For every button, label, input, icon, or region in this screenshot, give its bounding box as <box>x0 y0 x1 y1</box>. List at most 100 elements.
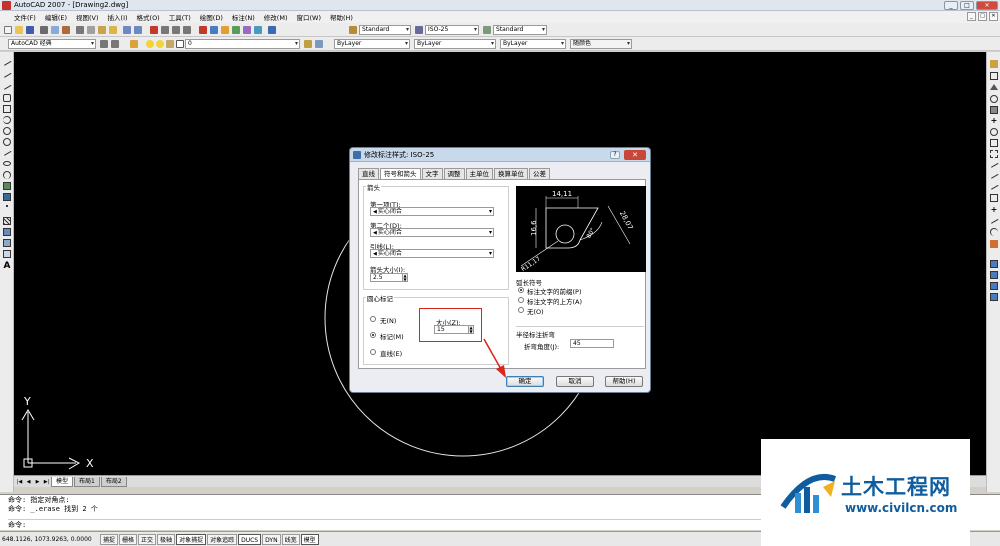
new-file-icon[interactable] <box>4 26 12 34</box>
menu-tools[interactable]: 工具(T) <box>169 12 191 22</box>
undo-icon[interactable] <box>123 26 131 34</box>
lineweight-control-select[interactable]: ByLayer <box>500 39 566 49</box>
workspace-save-icon[interactable] <box>111 40 119 48</box>
doc-close-button[interactable]: ✕ <box>989 12 998 21</box>
design-center-icon[interactable] <box>210 26 218 34</box>
arc-above-label[interactable]: 标注文字的上方(A) <box>527 296 582 306</box>
make-block-icon[interactable] <box>3 193 11 201</box>
rotate-icon[interactable] <box>990 128 998 136</box>
make-current-layer-icon[interactable] <box>304 40 312 48</box>
center-mark-line-label[interactable]: 直线(E) <box>380 348 402 358</box>
leader-arrow-select[interactable]: ◀实心闭合 <box>370 249 494 258</box>
array-icon[interactable] <box>990 106 998 114</box>
ok-button[interactable]: 确定 <box>506 376 544 387</box>
osnap-toggle[interactable]: 对象捕捉 <box>176 533 207 545</box>
tab-primary-units[interactable]: 主单位 <box>465 168 493 179</box>
minimize-button[interactable]: _ <box>944 1 958 10</box>
spline-icon[interactable] <box>2 148 12 156</box>
linetype-control-select[interactable]: ByLayer <box>414 39 496 49</box>
layer-select[interactable]: 0 <box>185 39 300 49</box>
center-mark-none-radio[interactable] <box>370 316 376 322</box>
break-icon[interactable] <box>990 194 998 202</box>
line-tool-icon[interactable] <box>2 58 12 66</box>
properties-icon[interactable] <box>199 26 207 34</box>
copy-object-icon[interactable] <box>990 72 998 80</box>
second-arrow-select[interactable]: ◀实心闭合 <box>370 228 494 237</box>
tab-tolerances[interactable]: 公差 <box>529 168 550 179</box>
ducs-toggle[interactable]: DUCS <box>238 533 262 545</box>
draw-order-icon[interactable] <box>990 260 998 268</box>
menu-draw[interactable]: 绘图(D) <box>200 12 223 22</box>
workspace-settings-icon[interactable] <box>100 40 108 48</box>
maximize-button[interactable]: □ <box>960 1 974 10</box>
menu-edit[interactable]: 编辑(E) <box>45 12 67 22</box>
tab-model[interactable]: 模型 <box>51 476 74 487</box>
menu-help[interactable]: 帮助(H) <box>330 12 353 22</box>
color-control-select[interactable]: ByLayer <box>334 39 410 49</box>
grid-toggle[interactable]: 栅格 <box>119 533 138 545</box>
calculator-icon[interactable] <box>254 26 262 34</box>
text-style-select[interactable]: Standard <box>359 25 411 35</box>
hatch-icon[interactable] <box>3 217 11 225</box>
stretch-icon[interactable] <box>990 150 998 158</box>
menu-insert[interactable]: 插入(I) <box>108 12 128 22</box>
plot-style-select[interactable]: 随颜色 <box>570 39 632 49</box>
cancel-button[interactable]: 取消 <box>556 376 594 387</box>
menu-format[interactable]: 格式(O) <box>137 12 160 22</box>
region-icon[interactable] <box>3 239 11 247</box>
autocad-app-icon[interactable] <box>2 0 11 10</box>
rectangle-icon[interactable] <box>3 105 11 113</box>
zoom-window-icon[interactable] <box>172 26 180 34</box>
menu-view[interactable]: 视图(V) <box>76 12 99 22</box>
ortho-toggle[interactable]: 正交 <box>138 533 157 545</box>
dim-style-select[interactable]: ISO-25 <box>425 25 479 35</box>
lineweight-toggle[interactable]: 线宽 <box>281 533 300 545</box>
print-icon[interactable] <box>40 26 48 34</box>
erase-icon[interactable] <box>990 60 998 68</box>
extend-icon[interactable] <box>989 171 999 179</box>
layer-thaw-icon[interactable] <box>156 40 164 48</box>
join-icon[interactable]: + <box>990 206 998 214</box>
layer-previous-icon[interactable] <box>315 40 323 48</box>
menu-window[interactable]: 窗口(W) <box>296 12 321 22</box>
first-tab-icon[interactable]: |◀ <box>16 478 23 486</box>
tab-text[interactable]: 文字 <box>421 168 443 179</box>
mirror-icon[interactable] <box>990 84 998 90</box>
construction-line-icon[interactable] <box>2 70 12 78</box>
layer-color-icon[interactable] <box>176 40 184 48</box>
center-mark-mark-label[interactable]: 标记(M) <box>380 331 404 341</box>
layer-manager-icon[interactable] <box>130 40 138 48</box>
circle-icon[interactable] <box>3 127 11 135</box>
gradient-icon[interactable] <box>3 228 11 236</box>
layer-unlock-icon[interactable] <box>166 40 174 48</box>
table-icon[interactable] <box>3 250 11 258</box>
send-to-back-icon[interactable] <box>990 282 998 290</box>
help-button[interactable]: 帮助(H) <box>605 376 643 387</box>
redo-icon[interactable] <box>134 26 142 34</box>
tab-layout2[interactable]: 布局2 <box>100 476 127 487</box>
bring-above-icon[interactable] <box>990 293 998 301</box>
paste-icon[interactable] <box>98 26 106 34</box>
publish-icon[interactable] <box>62 26 70 34</box>
dialog-close-button[interactable]: ✕ <box>624 150 646 160</box>
markup-icon[interactable] <box>243 26 251 34</box>
arc-none-radio[interactable] <box>518 307 524 313</box>
otrack-toggle[interactable]: 对象追踪 <box>207 533 238 545</box>
next-tab-icon[interactable]: ▶ <box>34 478 41 486</box>
dyn-toggle[interactable]: DYN <box>262 533 281 545</box>
match-properties-icon[interactable] <box>109 26 117 34</box>
arc-prefix-label[interactable]: 标注文字的前缀(P) <box>527 286 582 296</box>
fillet-icon[interactable] <box>990 228 998 236</box>
offset-icon[interactable] <box>990 95 998 103</box>
first-arrow-select[interactable]: ◀实心闭合 <box>370 207 494 216</box>
menu-dimension[interactable]: 标注(N) <box>232 12 255 22</box>
open-file-icon[interactable] <box>15 26 23 34</box>
workspace-select[interactable]: AutoCAD 经典 <box>8 39 96 49</box>
arc-above-radio[interactable] <box>518 297 524 303</box>
jog-angle-input[interactable]: 45 <box>570 339 614 348</box>
arc-icon[interactable] <box>3 116 11 124</box>
polyline-icon[interactable] <box>2 82 12 90</box>
center-mark-mark-radio[interactable] <box>370 332 376 338</box>
break-at-point-icon[interactable] <box>989 182 999 190</box>
multiline-text-icon[interactable]: A <box>3 262 11 271</box>
